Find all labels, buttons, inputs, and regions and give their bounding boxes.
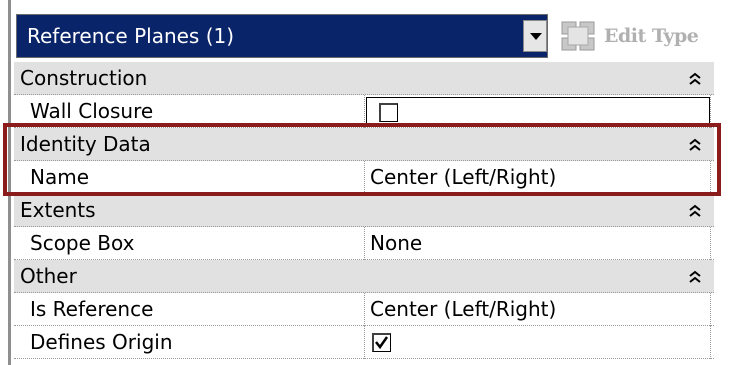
chevron-down-icon (530, 33, 542, 40)
wall-closure-checkbox[interactable] (379, 103, 398, 122)
property-row-name: Name Center (Left/Right) (14, 161, 714, 194)
row-end-divider (710, 227, 711, 260)
property-value-cell[interactable] (366, 97, 710, 126)
property-row-scope-box: Scope Box None (14, 227, 714, 260)
is-reference-value[interactable]: Center (Left/Right) (370, 293, 556, 326)
checkmark-icon (375, 336, 389, 350)
edit-type-button[interactable]: Edit Type (560, 16, 699, 56)
row-end-divider (710, 326, 711, 359)
group-identity-data[interactable]: Identity Data (14, 128, 714, 161)
column-divider (364, 227, 365, 260)
collapse-icon (689, 204, 701, 217)
property-label: Scope Box (30, 231, 135, 255)
type-selector[interactable]: Reference Planes (1) (16, 14, 548, 58)
name-value[interactable]: Center (Left/Right) (370, 161, 556, 194)
column-divider (364, 326, 365, 359)
group-title: Identity Data (20, 132, 151, 156)
group-extents[interactable]: Extents (14, 194, 714, 227)
type-dropdown-button[interactable] (523, 20, 547, 52)
group-title: Extents (20, 198, 96, 222)
column-divider (364, 293, 365, 326)
properties-panel: Reference Planes (1) Edit Type Construct… (0, 0, 743, 365)
collapse-icon (689, 138, 701, 151)
group-title: Construction (20, 66, 148, 90)
property-row-is-reference: Is Reference Center (Left/Right) (14, 293, 714, 326)
group-construction[interactable]: Construction (14, 62, 714, 95)
group-other[interactable]: Other (14, 260, 714, 293)
group-title: Other (20, 264, 77, 288)
property-row-defines-origin: Defines Origin (14, 326, 714, 359)
row-end-divider (710, 161, 711, 194)
column-divider (364, 95, 365, 128)
panel-edge (8, 0, 11, 365)
property-label: Is Reference (30, 297, 154, 321)
property-label: Defines Origin (30, 330, 173, 354)
collapse-icon (689, 72, 701, 85)
edit-type-label: Edit Type (604, 25, 699, 47)
property-row-wall-closure: Wall Closure (14, 95, 714, 128)
edit-type-icon (560, 18, 596, 54)
type-selector-value: Reference Planes (1) (27, 24, 235, 48)
row-end-divider (710, 95, 711, 128)
scope-box-value[interactable]: None (370, 227, 422, 260)
row-end-divider (710, 293, 711, 326)
property-grid: Construction Wall Closure Identity Data … (14, 62, 714, 359)
column-divider (364, 161, 365, 194)
property-label: Wall Closure (30, 99, 154, 123)
defines-origin-checkbox[interactable] (372, 333, 391, 352)
property-label: Name (30, 165, 90, 189)
collapse-icon (689, 270, 701, 283)
